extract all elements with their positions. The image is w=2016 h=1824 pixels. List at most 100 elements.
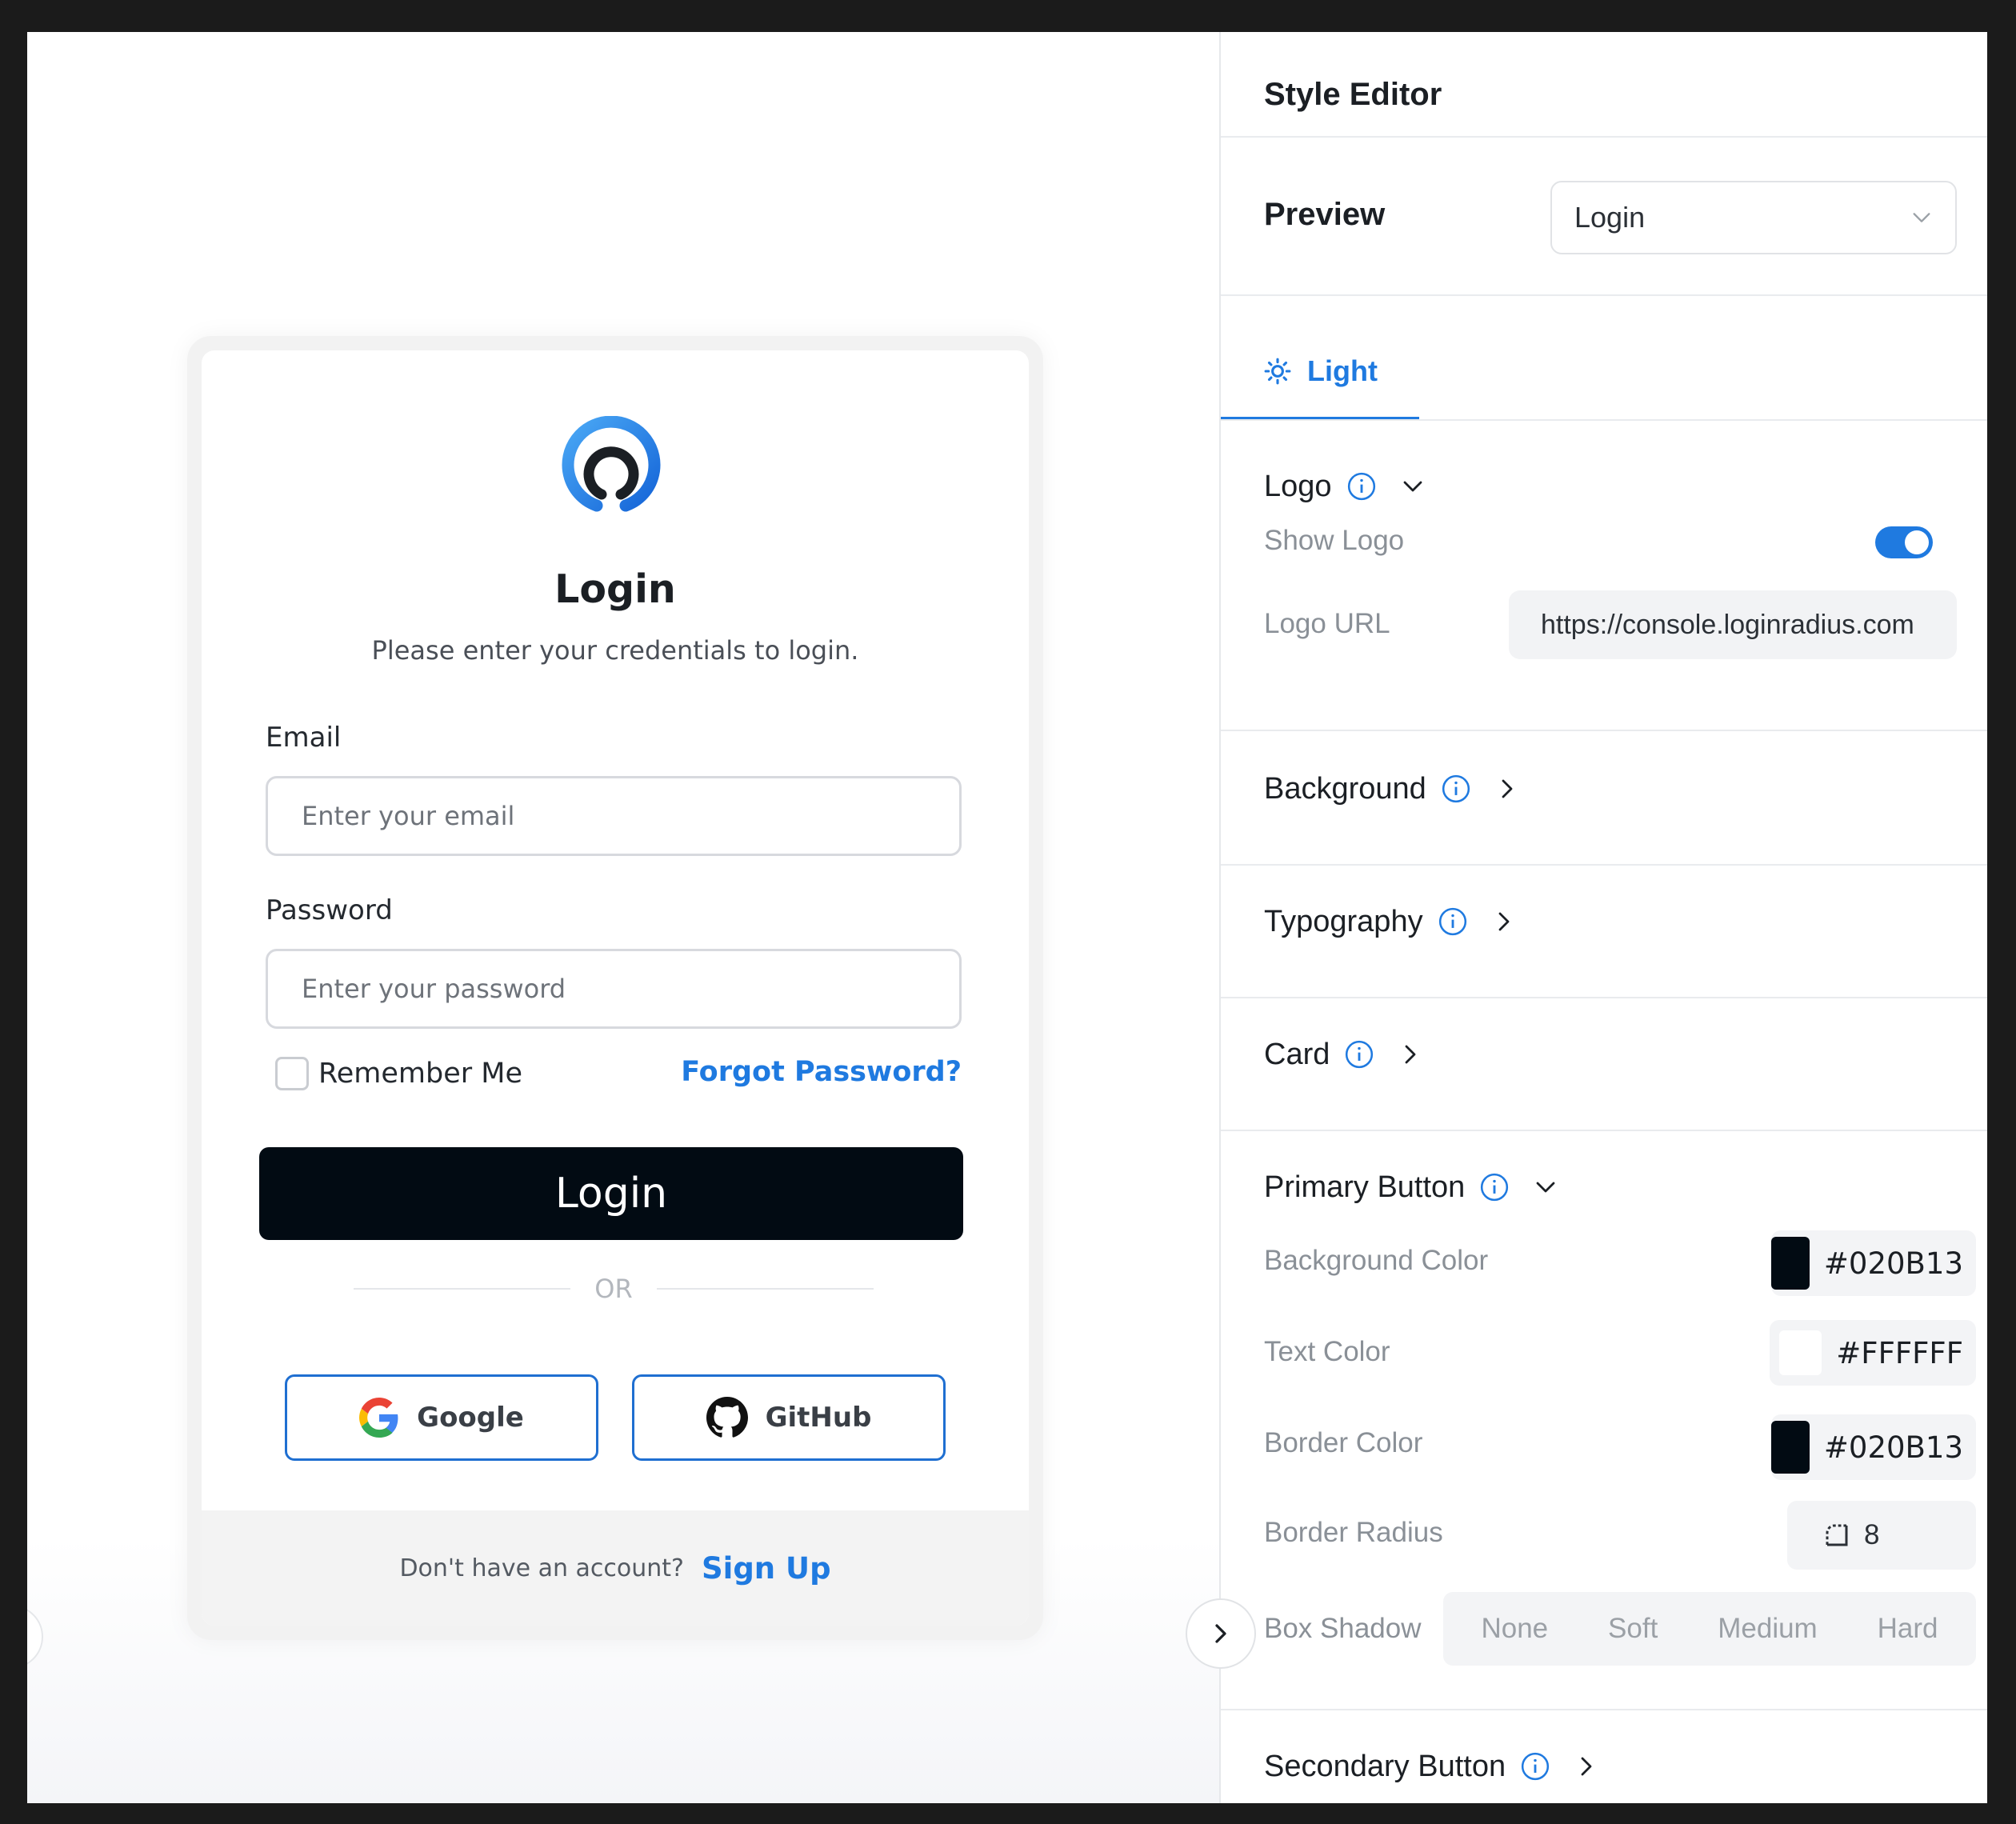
login-card-frame: Login Please enter your credentials to l… xyxy=(187,336,1043,1640)
login-card: Login Please enter your credentials to l… xyxy=(202,350,1029,1626)
shadow-option-soft[interactable]: Soft xyxy=(1598,1605,1667,1653)
info-icon[interactable] xyxy=(1520,1751,1550,1782)
section-background[interactable]: Background xyxy=(1264,765,1519,813)
chevron-down-icon xyxy=(1403,481,1422,492)
app-window: Login Please enter your credentials to l… xyxy=(27,32,1987,1803)
section-secondary-button-label: Secondary Button xyxy=(1264,1749,1506,1783)
divider xyxy=(1221,294,1987,296)
bg-color-label: Background Color xyxy=(1264,1245,1489,1276)
text-color-picker[interactable]: #FFFFFF xyxy=(1770,1320,1976,1386)
divider xyxy=(1221,997,1987,998)
shadow-option-hard[interactable]: Hard xyxy=(1868,1605,1948,1653)
border-color-label: Border Color xyxy=(1264,1427,1423,1458)
forgot-password-link[interactable]: Forgot Password? xyxy=(681,1056,962,1088)
left-panel-toggle[interactable] xyxy=(27,1605,43,1669)
divider xyxy=(1221,1130,1987,1131)
tab-light-label: Light xyxy=(1307,354,1378,387)
bg-color-picker[interactable]: #020B13 xyxy=(1771,1230,1976,1296)
divider xyxy=(1221,1709,1987,1710)
info-icon[interactable] xyxy=(1479,1172,1510,1202)
footer-text: Don't have an account? xyxy=(399,1554,684,1582)
section-card[interactable]: Card xyxy=(1264,1030,1422,1078)
box-shadow-segmented: None Soft Medium Hard xyxy=(1443,1592,1976,1666)
sign-up-link[interactable]: Sign Up xyxy=(702,1551,831,1586)
shadow-option-medium[interactable]: Medium xyxy=(1708,1605,1826,1653)
chevron-right-icon xyxy=(1502,779,1513,798)
github-login-button[interactable]: GitHub xyxy=(632,1374,946,1461)
chevron-down-icon xyxy=(1536,1182,1555,1193)
remember-me-row[interactable]: Remember Me xyxy=(275,1054,522,1093)
info-icon[interactable] xyxy=(1346,471,1377,502)
chevron-right-icon xyxy=(1406,1045,1416,1064)
google-label: Google xyxy=(417,1402,524,1434)
style-editor-panel: Style Editor Preview Login Light Logo Sh… xyxy=(1219,32,1987,1803)
logo-url-input[interactable] xyxy=(1509,590,1957,659)
preview-select-value: Login xyxy=(1574,201,1646,234)
app-logo-icon xyxy=(562,416,661,512)
card-subtitle: Please enter your credentials to login. xyxy=(371,635,859,666)
divider xyxy=(1221,730,1987,731)
sun-icon xyxy=(1264,358,1291,384)
divider-line xyxy=(656,1288,874,1290)
remember-me-label: Remember Me xyxy=(318,1058,522,1090)
shadow-option-none[interactable]: None xyxy=(1471,1605,1558,1653)
toggle-knob xyxy=(1905,530,1929,554)
github-label: GitHub xyxy=(765,1402,872,1434)
text-color-swatch[interactable] xyxy=(1779,1330,1822,1375)
or-text: OR xyxy=(594,1274,633,1304)
password-label: Password xyxy=(266,894,393,926)
border-radius-label: Border Radius xyxy=(1264,1517,1443,1548)
divider xyxy=(1221,864,1987,866)
chevron-right-icon xyxy=(1498,912,1509,931)
preview-label: Preview xyxy=(1264,197,1386,232)
password-input[interactable] xyxy=(266,949,962,1029)
border-color-swatch[interactable] xyxy=(1771,1421,1810,1474)
show-logo-label: Show Logo xyxy=(1264,525,1405,556)
text-color-label: Text Color xyxy=(1264,1336,1390,1367)
email-input[interactable] xyxy=(266,776,962,856)
divider xyxy=(1221,419,1987,421)
preview-area: Login Please enter your credentials to l… xyxy=(27,32,1219,1803)
divider-line xyxy=(354,1288,571,1290)
section-typography[interactable]: Typography xyxy=(1264,898,1516,946)
github-icon xyxy=(706,1397,748,1438)
border-radius-icon xyxy=(1826,1524,1848,1546)
border-color-picker[interactable]: #020B13 xyxy=(1771,1414,1976,1480)
show-logo-toggle[interactable] xyxy=(1875,526,1933,558)
google-icon xyxy=(359,1398,398,1438)
section-primary-button-label: Primary Button xyxy=(1264,1170,1466,1204)
section-logo-label: Logo xyxy=(1264,469,1332,503)
chevron-down-icon xyxy=(1913,213,1930,222)
section-logo[interactable]: Logo xyxy=(1264,462,1425,510)
bg-color-swatch[interactable] xyxy=(1771,1237,1810,1290)
or-divider: OR xyxy=(354,1269,874,1309)
border-radius-input[interactable]: 8 xyxy=(1787,1501,1976,1570)
logo-url-label: Logo URL xyxy=(1264,608,1390,639)
email-label: Email xyxy=(266,722,342,754)
section-background-label: Background xyxy=(1264,771,1426,806)
divider xyxy=(1221,136,1987,138)
collapse-panel-button[interactable] xyxy=(1186,1598,1256,1669)
border-color-value: #020B13 xyxy=(1823,1430,1963,1465)
border-radius-value: 8 xyxy=(1864,1519,1880,1550)
login-button[interactable]: Login xyxy=(259,1147,963,1240)
card-title: Login xyxy=(554,566,676,612)
card-footer: Don't have an account? Sign Up xyxy=(202,1510,1029,1626)
panel-title: Style Editor xyxy=(1264,77,1442,112)
chevron-right-icon xyxy=(1215,1624,1226,1643)
info-icon[interactable] xyxy=(1344,1039,1374,1070)
google-login-button[interactable]: Google xyxy=(285,1374,598,1461)
section-card-label: Card xyxy=(1264,1037,1330,1071)
section-primary-button[interactable]: Primary Button xyxy=(1264,1163,1558,1211)
preview-select[interactable]: Login xyxy=(1550,181,1957,254)
info-icon[interactable] xyxy=(1438,906,1468,937)
section-typography-label: Typography xyxy=(1264,904,1423,938)
remember-me-checkbox[interactable] xyxy=(275,1057,309,1090)
info-icon[interactable] xyxy=(1441,774,1471,804)
tab-light[interactable]: Light xyxy=(1221,325,1419,421)
text-color-value: #FFFFFF xyxy=(1836,1335,1963,1370)
section-secondary-button[interactable]: Secondary Button xyxy=(1264,1742,1598,1790)
box-shadow-label: Box Shadow xyxy=(1264,1613,1422,1644)
bg-color-value: #020B13 xyxy=(1823,1246,1963,1281)
chevron-right-icon xyxy=(1581,1757,1592,1776)
